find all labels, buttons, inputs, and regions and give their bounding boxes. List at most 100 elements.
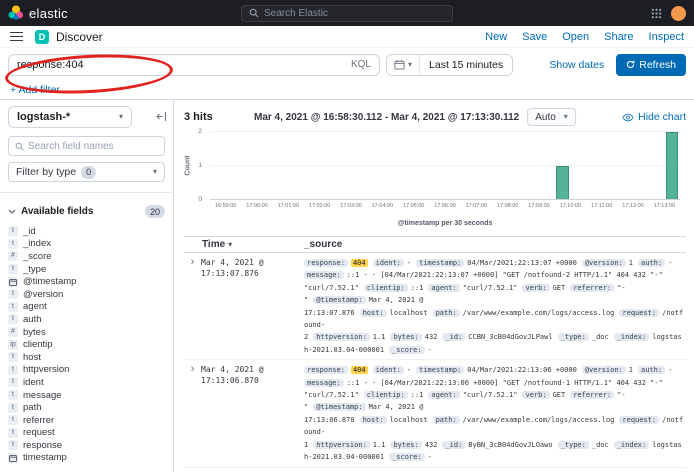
source-value: _doc [592,333,609,341]
query-language-button[interactable]: KQL [351,59,371,70]
field-name: response [23,440,62,451]
field-name: _index [23,238,51,249]
field-type-icon: t [8,365,18,375]
source-value: /var/www/example.com/logs/access.log [463,416,615,424]
expand-row-icon[interactable]: › [184,257,201,356]
field-item-agent[interactable]: tagent [8,301,165,314]
field-type-icon: # [8,327,18,337]
user-avatar[interactable] [671,6,686,21]
source-field-badge: _type: [558,441,589,449]
source-field-badge: httpversion: [313,333,370,341]
chart-plot [210,132,680,200]
field-item-referrer[interactable]: treferrer [8,414,165,427]
field-item-bytes[interactable]: #bytes [8,326,165,339]
source-value: - [428,346,432,354]
x-axis-tick: 17:04:00 [372,203,393,209]
field-type-icon [8,453,18,463]
interval-select[interactable]: Auto ▾ [527,108,576,126]
action-save[interactable]: Save [522,31,547,43]
menu-icon[interactable] [10,32,23,42]
query-input[interactable]: response:404 KQL [8,54,380,76]
doc-time: Mar 4, 2021 @ 17:13:07.876 [201,257,304,356]
source-field-badge: _score: [389,346,425,354]
action-inspect[interactable]: Inspect [649,31,684,43]
field-item-path[interactable]: tpath [8,401,165,414]
field-item-id[interactable]: t_id [8,225,165,238]
field-item-response[interactable]: tresponse [8,439,165,452]
field-item-clientip[interactable]: ipclientip [8,338,165,351]
histogram-bar[interactable] [556,166,569,200]
source-field-badge: @timestamp: [313,403,365,411]
nav-actions: New Save Open Share Inspect [485,31,684,43]
action-share[interactable]: Share [604,31,633,43]
index-pattern-select[interactable]: logstash-* ▾ [8,106,132,128]
field-item-timestamp[interactable]: timestamp [8,452,165,465]
collapse-sidebar-icon[interactable] [156,111,167,122]
action-new[interactable]: New [485,31,507,43]
source-value: 432 [425,441,438,449]
source-field-badge: auth: [638,259,665,267]
field-item-ident[interactable]: tident [8,376,165,389]
source-field-badge: bytes: [390,333,421,341]
available-fields-label: Available fields [21,206,93,217]
add-filter-link[interactable]: + Add filter [10,84,60,96]
x-axis-tick: 17:07:00 [466,203,487,209]
field-item-score[interactable]: #_score [8,250,165,263]
search-icon [15,142,24,151]
elastic-logo-icon [8,5,24,21]
global-search-input[interactable]: Search Elastic [241,5,453,22]
field-item-index[interactable]: t_index [8,238,165,251]
source-value: 04/Mar/2021:22:13:07 +0000 [467,259,577,267]
source-value: localhost [390,416,428,424]
field-search-input[interactable]: Search field names [8,136,165,156]
source-field-badge: request: [619,309,659,317]
elastic-logo[interactable]: elastic [8,5,68,21]
histogram-chart[interactable]: Count 012 16:59:0017:00:0017:01:0017:02:… [184,130,686,232]
field-item-httpversion[interactable]: thttpversion [8,364,165,377]
available-fields-count-badge: 20 [145,205,165,218]
source-value: - [407,259,411,267]
histogram-bar[interactable] [666,132,679,199]
x-axis-tick: 17:05:00 [403,203,424,209]
field-item-type[interactable]: t_type [8,263,165,276]
time-range-button[interactable]: Last 15 minutes [420,59,512,71]
column-header-time[interactable]: Time ▾ [184,239,304,250]
filter-by-type-select[interactable]: Filter by type 0 ▾ [8,162,165,182]
field-item-auth[interactable]: tauth [8,313,165,326]
filter-bar: + Add filter [0,81,694,100]
source-field-badge: referrer: [570,284,614,292]
apps-grid-icon[interactable] [651,8,662,19]
source-field-badge: message: [304,379,344,387]
x-axis-tick: 17:02:00 [309,203,330,209]
field-item-version[interactable]: t@version [8,288,165,301]
field-item-request[interactable]: trequest [8,427,165,440]
refresh-button[interactable]: Refresh [616,54,686,76]
hits-count: 3 hits [184,111,213,123]
source-field-badge: _id: [442,333,465,341]
show-dates-link[interactable]: Show dates [549,59,604,71]
column-header-source: _source [304,239,342,250]
expand-row-icon[interactable]: › [184,364,201,463]
interval-select-value: Auto [535,112,556,123]
x-axis-tick: 17:00:00 [246,203,267,209]
action-open[interactable]: Open [562,31,589,43]
source-field-badge: request: [619,416,659,424]
source-value: ByBN_3cB04dGovJLOawo [468,441,552,449]
hide-chart-link[interactable]: Hide chart [622,111,686,123]
field-item-message[interactable]: tmessage [8,389,165,402]
source-field-badge: message: [304,271,344,279]
field-type-icon: t [8,302,18,312]
field-type-icon [8,277,18,287]
field-item-timestamp[interactable]: @timestamp [8,275,165,288]
source-field-badge: ident: [373,366,404,374]
chart-time-range: Mar 4, 2021 @ 16:58:30.112 - Mar 4, 2021… [254,112,519,123]
eye-icon [622,113,634,122]
source-field-badge: @version: [582,366,626,374]
available-fields-header[interactable]: Available fields 20 [8,205,165,218]
date-picker: ▾ Last 15 minutes [386,54,513,76]
source-field-badge: _index: [614,441,650,449]
date-picker-calendar-button[interactable]: ▾ [387,55,420,75]
field-name: message [23,390,62,401]
field-item-host[interactable]: thost [8,351,165,364]
x-axis-tick: 17:08:00 [497,203,518,209]
